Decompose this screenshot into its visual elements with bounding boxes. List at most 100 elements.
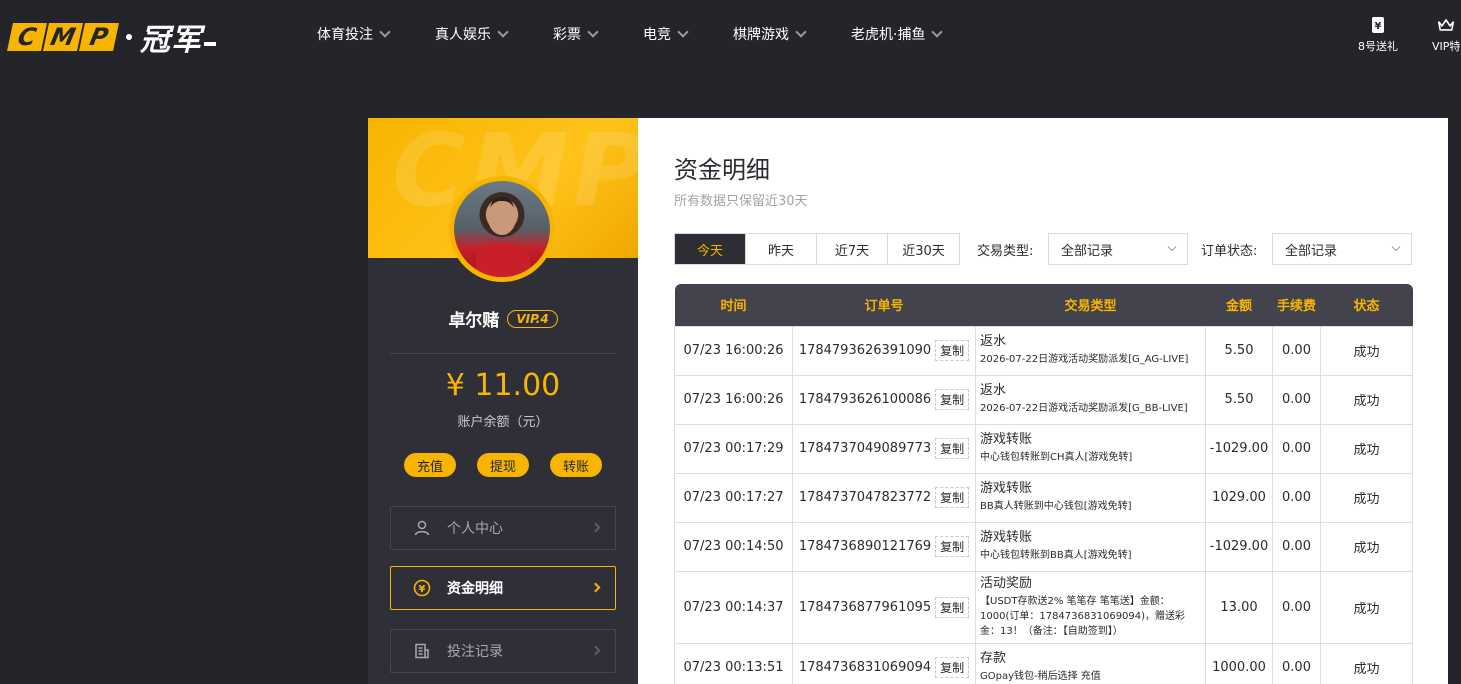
copy-button[interactable]: 复制 xyxy=(935,487,970,508)
transfer-button[interactable]: 转账 xyxy=(550,453,602,477)
order-wrap: 1784737049089773 复制 xyxy=(793,438,975,459)
copy-button[interactable]: 复制 xyxy=(935,596,970,618)
order-cell: 1784736890121769 复制 xyxy=(792,521,976,572)
table-row: 07/23 00:13:51 1784736831069094 复制 存款 GOpay钱… xyxy=(674,642,1413,684)
vip-badge: VIP.4 xyxy=(507,309,558,328)
column-header: 交易类型 xyxy=(975,284,1206,326)
type-detail: BB真人转账到中心钱包[游戏免转] xyxy=(980,501,1132,512)
sidebar-item-bets[interactable]: 投注记录 xyxy=(390,629,616,673)
status-cell: 成功 xyxy=(1320,521,1413,572)
logo-letters: C M P xyxy=(7,23,119,51)
order-cell: 1784793626391090 复制 xyxy=(792,325,976,376)
nav-item-sports[interactable]: 体育投注 xyxy=(317,24,391,44)
order-number: 1784737049089773 xyxy=(798,441,932,456)
type-cell: 存款 GOpay钱包-稍后选择 充值 xyxy=(975,642,1206,684)
document-icon xyxy=(413,642,431,660)
type-detail: GOpay钱包-稍后选择 充值 xyxy=(980,671,1101,682)
main-nav: 体育投注 真人娱乐 彩票 电竞 棋牌游戏 老虎机·捕鱼 xyxy=(317,24,987,44)
sidebar-item-funds[interactable]: ¥ 资金明细 xyxy=(390,566,616,610)
copy-button[interactable]: 复制 xyxy=(935,389,970,410)
copy-button[interactable]: 复制 xyxy=(935,657,970,678)
withdraw-button[interactable]: 提现 xyxy=(477,453,529,477)
avatar-photo xyxy=(454,181,550,277)
status-cell: 成功 xyxy=(1320,642,1413,684)
order-wrap: 1784736831069094 复制 xyxy=(793,657,975,678)
type-detail: 2026-07-22日游戏活动奖励派发[G_AG-LIVE] xyxy=(980,354,1189,365)
chevron-down-icon xyxy=(679,29,689,39)
time-cell: 07/23 00:17:29 xyxy=(674,423,793,474)
status-cell: 成功 xyxy=(1320,374,1413,425)
nav-item-esports[interactable]: 电竞 xyxy=(643,24,689,44)
sidebar-item-label: 个人中心 xyxy=(447,521,503,537)
chevron-down-icon xyxy=(1167,242,1177,252)
type-detail: 【USDT存款送2% 笔笔存 笔笔送】金额：1000(订单：1784736831… xyxy=(980,595,1186,637)
table-row: 07/23 00:14:50 1784736890121769 复制 游戏转账 中心钱包… xyxy=(674,521,1413,572)
amount-cell: 5.50 xyxy=(1205,325,1273,376)
column-header: 手续费 xyxy=(1272,284,1321,326)
type-cell: 返水 2026-07-22日游戏活动奖励派发[G_AG-LIVE] xyxy=(975,325,1206,376)
nav-label: 老虎机·捕鱼 xyxy=(851,27,926,43)
order-number: 1784736831069094 xyxy=(798,660,932,675)
tab-yesterday[interactable]: 昨天 xyxy=(746,234,817,264)
fee-cell: 0.00 xyxy=(1272,472,1321,523)
tab-last-7-days[interactable]: 近7天 xyxy=(817,234,888,264)
nav-item-card-games[interactable]: 棋牌游戏 xyxy=(733,24,807,44)
profile-card: CMP 卓尔赌 VIP.4 ¥ 11.00 账户余额（元） 充值 提现 转账 个… xyxy=(368,118,638,684)
table-row: 07/23 16:00:26 1784793626391090 复制 返水 2026-0… xyxy=(674,325,1413,376)
table-row: 07/23 16:00:26 1784793626100086 复制 返水 2026-0… xyxy=(674,374,1413,425)
copy-button[interactable]: 复制 xyxy=(935,536,970,557)
column-header: 状态 xyxy=(1320,284,1413,326)
status-filter-value: 全部记录 xyxy=(1285,243,1338,259)
amount-cell: 13.00 xyxy=(1205,570,1273,644)
status-filter-select[interactable]: 全部记录 xyxy=(1272,233,1412,265)
funds-panel: 资金明细 所有数据只保留近30天 今天 昨天 近7天 近30天 交易类型: 全部… xyxy=(638,118,1448,684)
logo-letter: P xyxy=(79,23,119,51)
copy-button[interactable]: 复制 xyxy=(935,438,970,459)
logo-letter: M xyxy=(43,23,83,51)
nav-item-lottery[interactable]: 彩票 xyxy=(553,24,599,44)
avatar[interactable] xyxy=(449,176,555,282)
type-cell: 游戏转账 中心钱包转账到BB真人[游戏免转] xyxy=(975,521,1206,572)
column-header: 订单号 xyxy=(792,284,976,326)
logo-dot xyxy=(126,34,132,40)
fee-cell: 0.00 xyxy=(1272,642,1321,684)
chevron-right-icon xyxy=(590,522,601,533)
chevron-down-icon xyxy=(589,29,599,39)
tab-last-30-days[interactable]: 近30天 xyxy=(888,234,959,264)
nav-item-slots-fishing[interactable]: 老虎机·捕鱼 xyxy=(851,24,943,44)
amount-cell: -1029.00 xyxy=(1205,423,1273,474)
order-cell: 1784793626100086 复制 xyxy=(792,374,976,425)
type-name: 存款 xyxy=(980,651,1007,666)
type-filter-select[interactable]: 全部记录 xyxy=(1048,233,1188,265)
deposit-button[interactable]: 充值 xyxy=(404,453,456,477)
gift-link[interactable]: ¥ 8号送礼 xyxy=(1358,16,1398,54)
chevron-down-icon xyxy=(1391,242,1401,252)
balance-label: 账户余额（元） xyxy=(457,415,549,430)
cmp-logo[interactable]: C M P 冠军 xyxy=(7,20,216,58)
svg-text:¥: ¥ xyxy=(1375,21,1382,32)
nav-item-live-casino[interactable]: 真人娱乐 xyxy=(435,24,509,44)
amount-cell: 1029.00 xyxy=(1205,472,1273,523)
divider xyxy=(390,353,616,354)
tab-today[interactable]: 今天 xyxy=(675,234,746,264)
type-cell: 活动奖励 【USDT存款送2% 笔笔存 笔笔送】金额：1000(订单：178473… xyxy=(975,570,1206,644)
chevron-down-icon xyxy=(381,29,391,39)
type-cell: 游戏转账 BB真人转账到中心钱包[游戏免转] xyxy=(975,472,1206,523)
svg-text:¥: ¥ xyxy=(419,584,426,595)
copy-button[interactable]: 复制 xyxy=(935,340,970,361)
type-name: 返水 xyxy=(980,383,1007,398)
vip-link[interactable]: VIP特 xyxy=(1432,16,1460,54)
chevron-right-icon xyxy=(590,582,601,593)
nav-label: 彩票 xyxy=(553,27,581,43)
status-cell: 成功 xyxy=(1320,423,1413,474)
table-header-row: 时间 订单号 交易类型 金额 手续费 状态 xyxy=(674,284,1413,326)
fee-cell: 0.00 xyxy=(1272,325,1321,376)
logo-letter: C xyxy=(7,23,47,51)
order-wrap: 1784736890121769 复制 xyxy=(793,536,975,557)
chevron-right-icon xyxy=(590,645,601,656)
order-cell: 1784736831069094 复制 xyxy=(792,642,976,684)
sidebar-item-profile[interactable]: 个人中心 xyxy=(390,506,616,550)
page-title: 资金明细 xyxy=(674,156,770,184)
time-cell: 07/23 00:17:27 xyxy=(674,472,793,523)
column-header: 金额 xyxy=(1205,284,1273,326)
